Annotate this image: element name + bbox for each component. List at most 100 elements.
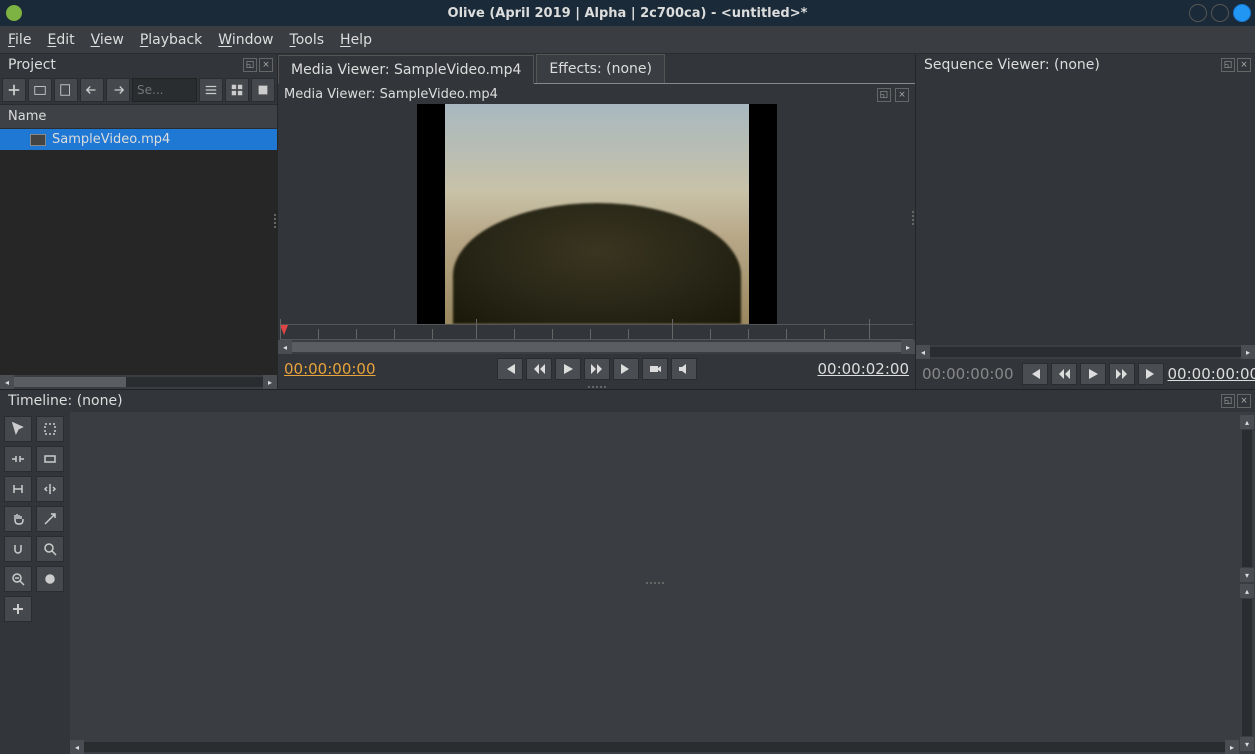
undo-button[interactable]: [80, 78, 104, 102]
scroll-up-icon[interactable]: ▴: [1240, 415, 1254, 429]
go-start-button[interactable]: [1022, 363, 1048, 385]
grid-view-button[interactable]: [225, 78, 249, 102]
close-panel-icon[interactable]: ⨯: [1237, 58, 1251, 72]
play-button[interactable]: [555, 358, 581, 380]
project-title: Project: [8, 57, 56, 73]
zoom-tool[interactable]: [36, 536, 64, 562]
scroll-left-icon[interactable]: ◂: [0, 375, 14, 389]
timecode-current[interactable]: 00:00:00:00: [284, 360, 376, 378]
timeline-tracks[interactable]: ◂ ▸: [70, 412, 1239, 754]
menu-file[interactable]: File: [8, 32, 31, 48]
play-button[interactable]: [1080, 363, 1106, 385]
timeline-hscroll[interactable]: ◂ ▸: [70, 740, 1239, 754]
scroll-down-icon[interactable]: ▾: [1240, 737, 1254, 751]
redo-button[interactable]: [106, 78, 130, 102]
record-tool[interactable]: [36, 566, 64, 592]
ripple-tool[interactable]: [4, 446, 32, 472]
rewind-button[interactable]: [1051, 363, 1077, 385]
new-item-button[interactable]: [2, 78, 26, 102]
new-sequence-button[interactable]: [54, 78, 78, 102]
go-end-button[interactable]: [1138, 363, 1164, 385]
splitter-horizontal[interactable]: [646, 580, 664, 586]
scroll-left-icon[interactable]: ◂: [916, 345, 930, 359]
snap-tool[interactable]: [4, 536, 32, 562]
slide-tool[interactable]: [36, 476, 64, 502]
viewer-area[interactable]: [278, 104, 915, 324]
menu-window[interactable]: Window: [218, 32, 273, 48]
file-list[interactable]: SampleVideo.mp4: [0, 129, 277, 375]
maximize-button[interactable]: [1211, 4, 1229, 22]
undock-icon[interactable]: ◱: [1221, 58, 1235, 72]
list-item[interactable]: SampleVideo.mp4: [0, 129, 277, 150]
rolling-tool[interactable]: [36, 446, 64, 472]
tab-effects[interactable]: Effects: (none): [536, 54, 665, 83]
close-button[interactable]: [1233, 4, 1251, 22]
viewer-ruler[interactable]: [280, 324, 913, 340]
marquee-tool[interactable]: [36, 416, 64, 442]
rewind-button[interactable]: [526, 358, 552, 380]
fast-forward-button[interactable]: [584, 358, 610, 380]
scroll-right-icon[interactable]: ▸: [1241, 345, 1255, 359]
menu-edit[interactable]: Edit: [47, 32, 74, 48]
timecode-current[interactable]: 00:00:00:00: [922, 365, 1014, 383]
menu-tools[interactable]: Tools: [290, 32, 325, 48]
fast-forward-button[interactable]: [1109, 363, 1135, 385]
scroll-right-icon[interactable]: ▸: [1225, 740, 1239, 754]
menu-view[interactable]: View: [91, 32, 124, 48]
minimize-button[interactable]: [1189, 4, 1207, 22]
scroll-left-icon[interactable]: ◂: [70, 740, 84, 754]
close-panel-icon[interactable]: ⨯: [259, 58, 273, 72]
sequence-viewer-panel: Sequence Viewer: (none) ◱ ⨯ ◂ ▸ 00:00:00…: [915, 54, 1255, 389]
sequence-transport: 00:00:00:00 00:00:00:00: [916, 359, 1255, 389]
timeline-panel: Timeline: (none) ◱ ⨯: [0, 389, 1255, 754]
razor-tool[interactable]: [36, 506, 64, 532]
timecode-duration: 00:00:00:00: [1168, 365, 1255, 383]
scroll-right-icon[interactable]: ▸: [901, 340, 915, 354]
add-tool[interactable]: [4, 596, 32, 622]
close-panel-icon[interactable]: ⨯: [1237, 394, 1251, 408]
viewer-hscroll[interactable]: ◂ ▸: [278, 340, 915, 354]
search-input[interactable]: [132, 78, 197, 102]
playhead-icon[interactable]: [280, 325, 288, 335]
mute-button[interactable]: [671, 358, 697, 380]
project-panel: Project ◱ ⨯ Name: [0, 54, 278, 389]
timeline-vscroll-upper[interactable]: ▴ ▾ ▴ ▾: [1239, 412, 1255, 754]
scroll-right-icon[interactable]: ▸: [263, 375, 277, 389]
undock-icon[interactable]: ◱: [877, 88, 891, 102]
go-start-button[interactable]: [497, 358, 523, 380]
video-preview[interactable]: [417, 104, 777, 324]
icon-view-button[interactable]: [251, 78, 275, 102]
hand-tool[interactable]: [4, 506, 32, 532]
close-panel-icon[interactable]: ⨯: [895, 88, 909, 102]
go-end-button[interactable]: [613, 358, 639, 380]
menubar: File Edit View Playback Window Tools Hel…: [0, 26, 1255, 54]
sequence-preview[interactable]: [916, 76, 1255, 345]
list-view-button[interactable]: [199, 78, 223, 102]
media-transport: 00:00:00:00 00:00:02:00: [278, 354, 915, 384]
scroll-left-icon[interactable]: ◂: [278, 340, 292, 354]
timeline-tools: [0, 412, 70, 754]
window-title: Olive (April 2019 | Alpha | 2c700ca) - <…: [0, 6, 1255, 21]
tab-media-viewer[interactable]: Media Viewer: SampleVideo.mp4: [278, 55, 534, 84]
sequence-hscroll[interactable]: ◂ ▸: [916, 345, 1255, 359]
undock-icon[interactable]: ◱: [1221, 394, 1235, 408]
slip-tool[interactable]: [4, 476, 32, 502]
media-viewer-subtitle: Media Viewer: SampleVideo.mp4: [284, 87, 498, 102]
project-hscroll[interactable]: ◂ ▸: [0, 375, 277, 389]
media-viewer-panel: Media Viewer: SampleVideo.mp4 Effects: (…: [278, 54, 915, 389]
undock-icon[interactable]: ◱: [243, 58, 257, 72]
timeline-title: Timeline: (none): [8, 393, 123, 409]
menu-help[interactable]: Help: [340, 32, 372, 48]
pointer-tool[interactable]: [4, 416, 32, 442]
timecode-duration: 00:00:02:00: [817, 360, 909, 378]
scroll-up-icon[interactable]: ▴: [1240, 584, 1254, 598]
record-button[interactable]: [642, 358, 668, 380]
file-name: SampleVideo.mp4: [52, 132, 170, 147]
column-name[interactable]: Name: [0, 104, 277, 129]
new-folder-button[interactable]: [28, 78, 52, 102]
scroll-down-icon[interactable]: ▾: [1240, 568, 1254, 582]
sequence-viewer-title: Sequence Viewer: (none): [924, 57, 1100, 73]
zoom-out-tool[interactable]: [4, 566, 32, 592]
titlebar: Olive (April 2019 | Alpha | 2c700ca) - <…: [0, 0, 1255, 26]
menu-playback[interactable]: Playback: [140, 32, 202, 48]
